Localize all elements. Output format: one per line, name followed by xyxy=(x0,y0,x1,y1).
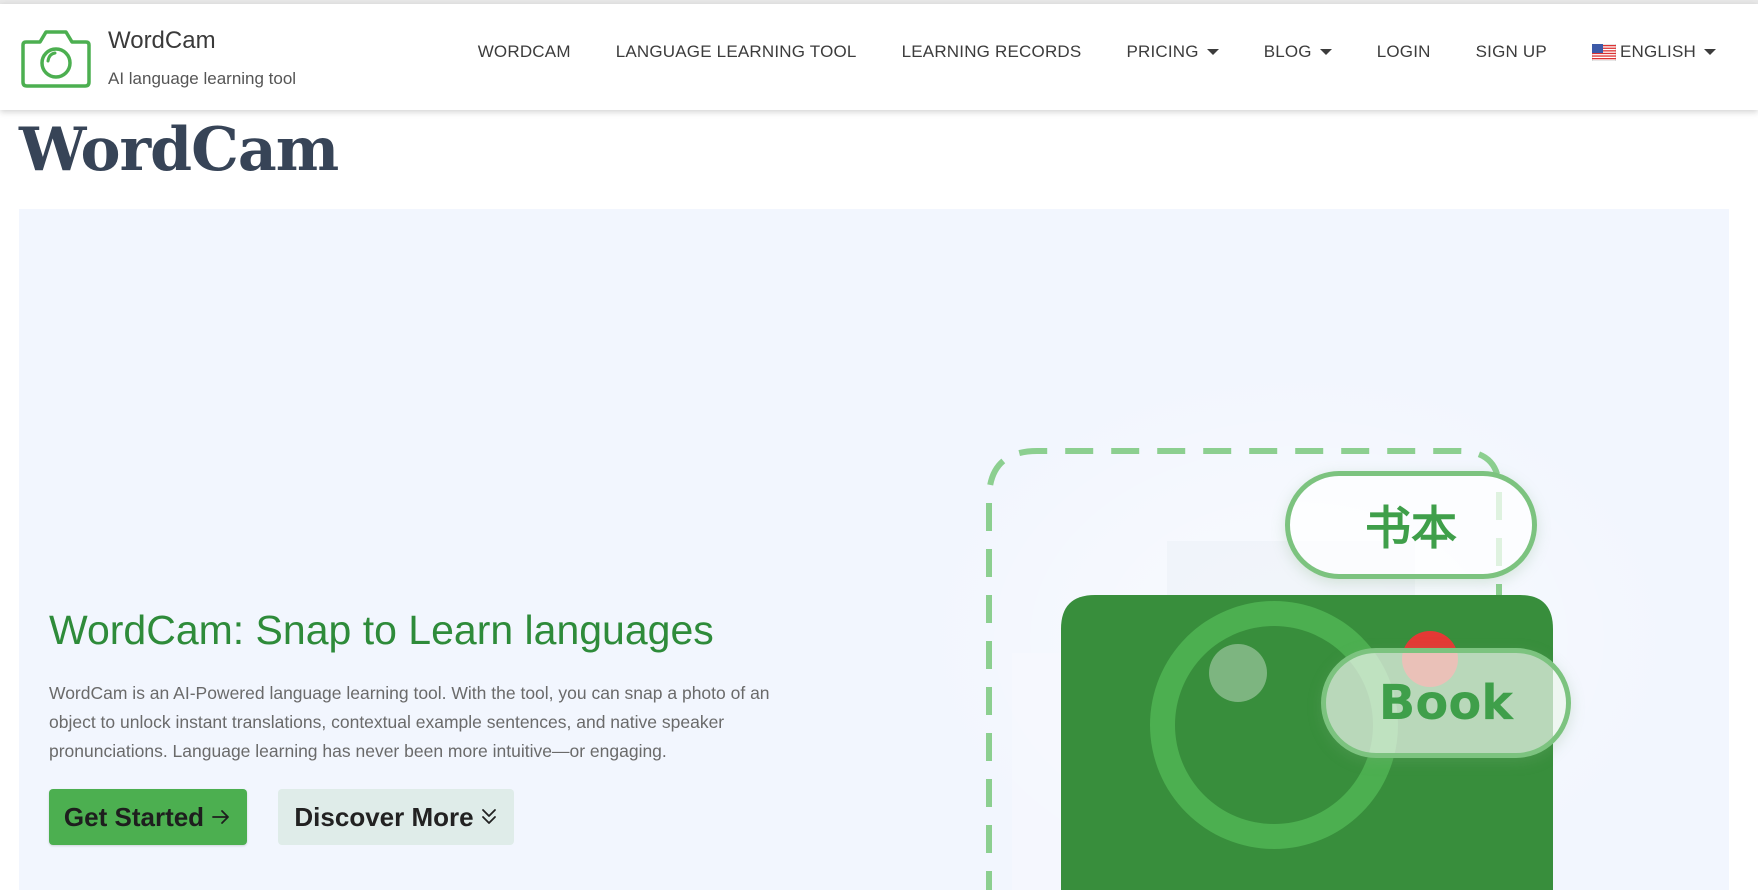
double-chevron-down-icon xyxy=(480,806,498,828)
site-header: WordCam AI language learning tool WORDCA… xyxy=(0,4,1758,110)
nav-label: ENGLISH xyxy=(1619,42,1696,61)
nav-learning-records[interactable]: LEARNING RECORDS xyxy=(902,42,1082,62)
nav-language-dropdown[interactable]: ENGLISH xyxy=(1591,42,1716,62)
hero-heading: WordCam: Snap to Learn languages xyxy=(49,607,714,653)
get-started-button[interactable]: Get Started xyxy=(49,789,247,845)
nav-sign-up[interactable]: SIGN UP xyxy=(1476,42,1547,62)
nav-blog-dropdown[interactable]: BLOG xyxy=(1264,42,1332,62)
get-started-label: Get Started xyxy=(63,801,205,832)
caret-down-icon xyxy=(1704,49,1716,55)
nav-wordcam[interactable]: WORDCAM xyxy=(478,42,571,62)
nav-label: WORDCAM xyxy=(477,42,571,61)
us-flag-icon xyxy=(1591,43,1616,61)
nav-pricing-dropdown[interactable]: PRICING xyxy=(1126,42,1219,62)
nav-label: LOGIN xyxy=(1376,42,1431,61)
camera-icon xyxy=(21,30,91,88)
caret-down-icon xyxy=(1206,49,1219,55)
main-nav: WORDCAM LANGUAGE LEARNING TOOL LEARNING … xyxy=(478,42,1716,62)
hero-illustration: 书本 Book xyxy=(979,429,1679,890)
page-title: WordCam xyxy=(19,115,339,185)
discover-more-label: Discover More xyxy=(294,801,474,832)
nav-label: PRICING xyxy=(1126,42,1199,61)
chinese-word-label: 书本 xyxy=(1285,471,1537,579)
caret-down-icon xyxy=(1319,49,1332,55)
brand-tagline: AI language learning tool xyxy=(108,69,297,88)
discover-more-button[interactable]: Discover More xyxy=(278,789,514,845)
brand[interactable]: WordCam AI language learning tool xyxy=(20,26,296,90)
arrow-right-icon xyxy=(210,806,232,828)
nav-login[interactable]: LOGIN xyxy=(1377,42,1431,62)
english-word-label: Book xyxy=(1321,648,1571,758)
hero-description: WordCam is an AI-Powered language learni… xyxy=(49,683,770,761)
nav-label: LEARNING RECORDS xyxy=(901,42,1082,61)
nav-label: LANGUAGE LEARNING TOOL xyxy=(615,42,857,61)
nav-language-learning-tool[interactable]: LANGUAGE LEARNING TOOL xyxy=(616,42,857,62)
hero-section: WordCam: Snap to Learn languages WordCam… xyxy=(19,209,1729,890)
brand-name: WordCam xyxy=(108,27,216,54)
nav-label: SIGN UP xyxy=(1475,42,1547,61)
nav-label: BLOG xyxy=(1263,42,1312,61)
